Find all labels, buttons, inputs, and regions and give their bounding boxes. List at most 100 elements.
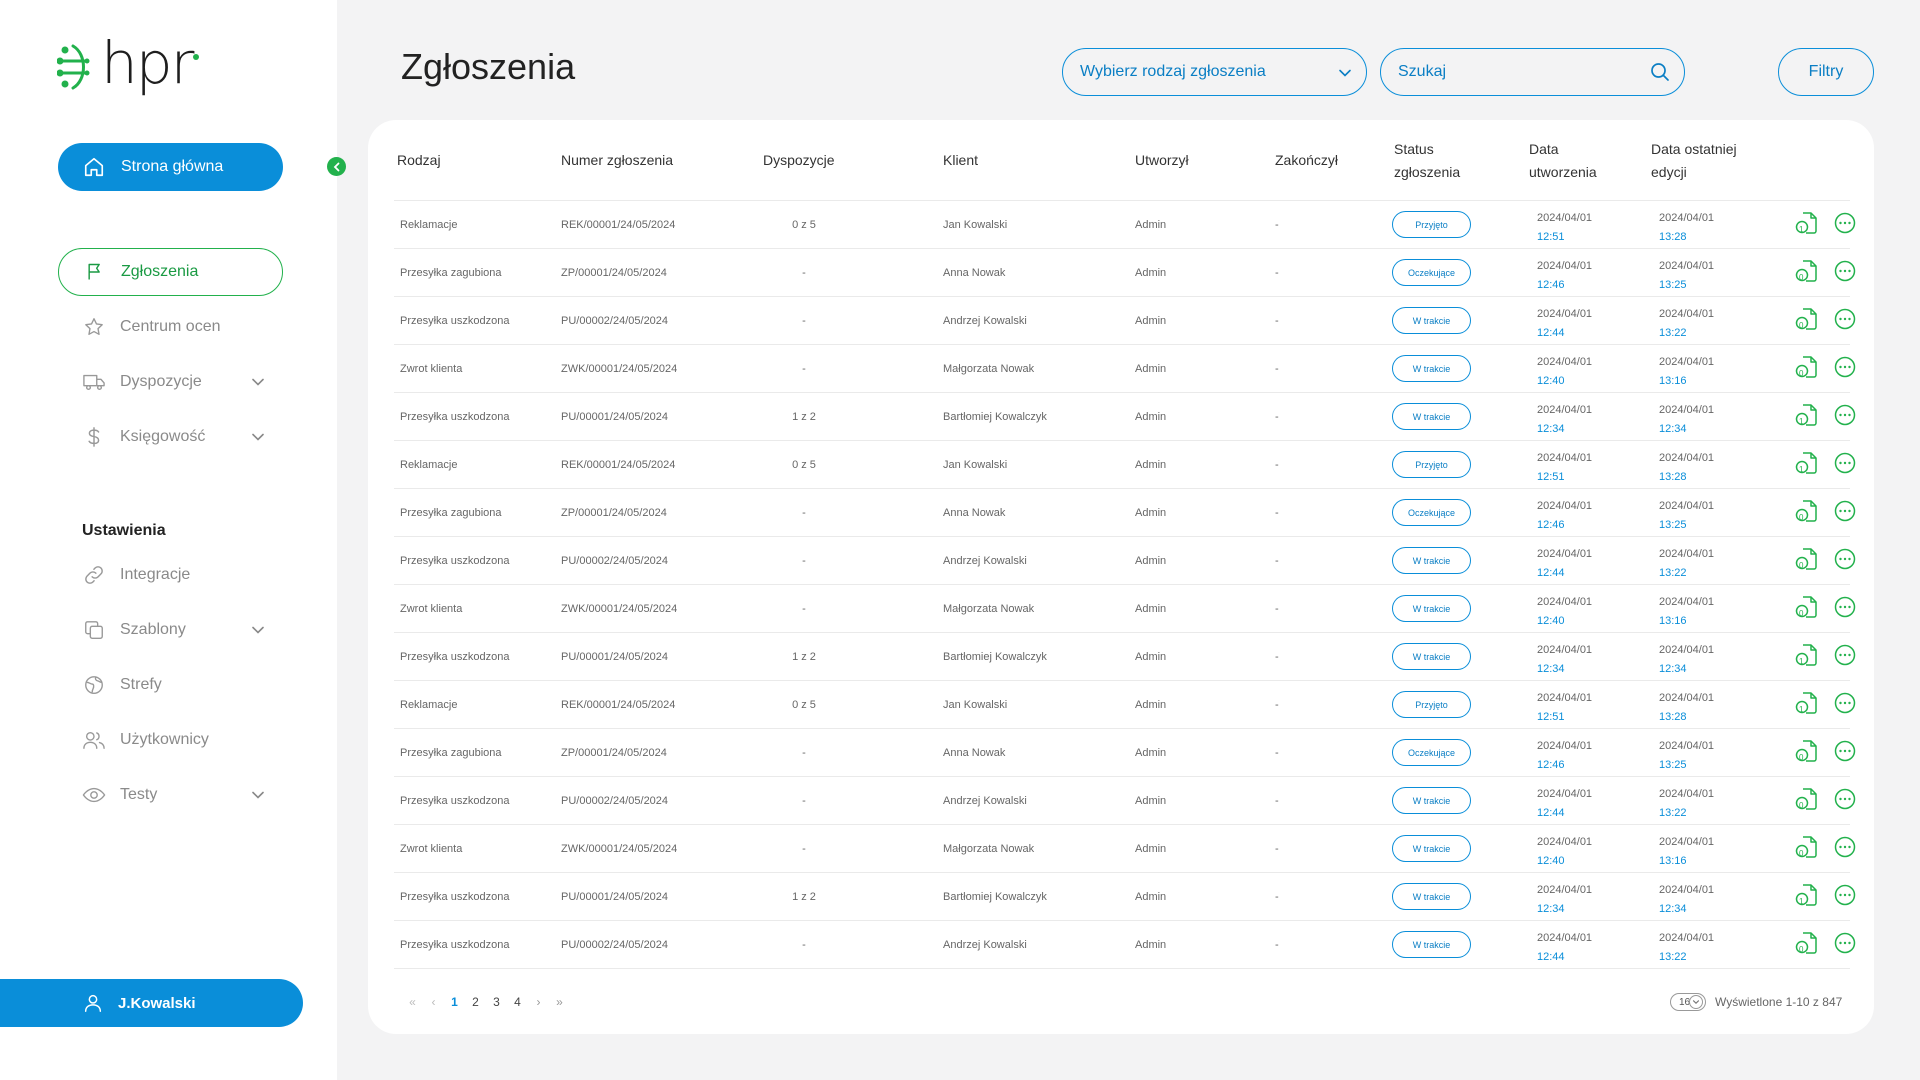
status-badge[interactable]: Oczekujące bbox=[1392, 499, 1471, 526]
table-row[interactable]: Reklamacje REK/00001/24/05/2024 0 z 5 Jan K… bbox=[394, 681, 1856, 729]
column-header-finished-by[interactable]: Zakończył bbox=[1275, 149, 1338, 172]
document-icon[interactable]: 0 bbox=[1794, 306, 1820, 332]
user-profile-button[interactable]: J.Kowalski bbox=[0, 979, 303, 1027]
page-size-select[interactable]: 16 bbox=[1670, 993, 1706, 1011]
table-row[interactable]: Reklamacje REK/00001/24/05/2024 0 z 5 Jan K… bbox=[394, 201, 1856, 249]
chevron-down-icon[interactable] bbox=[251, 623, 265, 637]
chevron-down-icon[interactable] bbox=[251, 375, 265, 389]
prev-page-icon[interactable]: ‹ bbox=[423, 995, 444, 1009]
status-badge[interactable]: Oczekujące bbox=[1392, 259, 1471, 286]
status-badge[interactable]: W trakcie bbox=[1392, 403, 1471, 430]
more-actions-icon[interactable] bbox=[1834, 212, 1856, 234]
more-actions-icon[interactable] bbox=[1834, 500, 1856, 522]
more-actions-icon[interactable] bbox=[1834, 404, 1856, 426]
document-icon[interactable]: 1 bbox=[1794, 642, 1820, 668]
chevron-down-icon[interactable] bbox=[251, 430, 265, 444]
table-row[interactable]: Zwrot klienta ZWK/00001/24/05/2024 - Małgor… bbox=[394, 345, 1856, 393]
column-header-created-date[interactable]: Data utworzenia bbox=[1529, 138, 1619, 184]
status-badge[interactable]: W trakcie bbox=[1392, 547, 1471, 574]
column-header-created-by[interactable]: Utworzył bbox=[1135, 149, 1189, 172]
chevron-down-icon[interactable] bbox=[251, 788, 265, 802]
status-badge[interactable]: W trakcie bbox=[1392, 787, 1471, 814]
status-badge[interactable]: W trakcie bbox=[1392, 883, 1471, 910]
document-icon[interactable]: 0 bbox=[1794, 594, 1820, 620]
request-type-select[interactable]: Wybierz rodzaj zgłoszenia bbox=[1062, 48, 1367, 96]
sidebar-item-integracje[interactable]: Integracje bbox=[58, 551, 283, 599]
status-badge[interactable]: W trakcie bbox=[1392, 307, 1471, 334]
table-row[interactable]: Przesyłka zagubiona ZP/00001/24/05/2024 - A… bbox=[394, 489, 1856, 537]
document-icon[interactable]: 0 bbox=[1794, 834, 1820, 860]
column-header-number[interactable]: Numer zgłoszenia bbox=[561, 149, 673, 172]
more-actions-icon[interactable] bbox=[1834, 836, 1856, 858]
sidebar-item-zgloszenia[interactable]: Zgłoszenia bbox=[58, 248, 283, 296]
table-row[interactable]: Przesyłka zagubiona ZP/00001/24/05/2024 - A… bbox=[394, 249, 1856, 297]
filters-button[interactable]: Filtry bbox=[1778, 48, 1874, 96]
table-row[interactable]: Przesyłka uszkodzona PU/00002/24/05/2024 -… bbox=[394, 297, 1856, 345]
status-badge[interactable]: Przyjęto bbox=[1392, 451, 1471, 478]
more-actions-icon[interactable] bbox=[1834, 932, 1856, 954]
column-header-edited-date[interactable]: Data ostatniej edycji bbox=[1651, 138, 1751, 184]
document-icon[interactable]: 0 bbox=[1794, 738, 1820, 764]
page-link-1[interactable]: 1 bbox=[444, 995, 465, 1009]
table-row[interactable]: Zwrot klienta ZWK/00001/24/05/2024 - Małgor… bbox=[394, 825, 1856, 873]
next-page-icon[interactable]: › bbox=[528, 995, 549, 1009]
table-row[interactable]: Przesyłka uszkodzona PU/00002/24/05/2024 -… bbox=[394, 921, 1856, 969]
sidebar-item-testy[interactable]: Testy bbox=[58, 771, 283, 819]
table-row[interactable]: Przesyłka uszkodzona PU/00002/24/05/2024 -… bbox=[394, 537, 1856, 585]
status-badge[interactable]: W trakcie bbox=[1392, 643, 1471, 670]
document-icon[interactable]: 0 bbox=[1794, 546, 1820, 572]
document-icon[interactable]: 0 bbox=[1794, 498, 1820, 524]
document-icon[interactable]: 1 bbox=[1794, 882, 1820, 908]
more-actions-icon[interactable] bbox=[1834, 308, 1856, 330]
sidebar-item-dyspozycje[interactable]: Dyspozycje bbox=[58, 358, 283, 406]
table-row[interactable]: Przesyłka zagubiona ZP/00001/24/05/2024 - A… bbox=[394, 729, 1856, 777]
sidebar-collapse-button[interactable] bbox=[327, 157, 346, 176]
more-actions-icon[interactable] bbox=[1834, 548, 1856, 570]
sidebar-item-centrum-ocen[interactable]: Centrum ocen bbox=[58, 303, 283, 351]
table-row[interactable]: Zwrot klienta ZWK/00001/24/05/2024 - Małgor… bbox=[394, 585, 1856, 633]
more-actions-icon[interactable] bbox=[1834, 740, 1856, 762]
more-actions-icon[interactable] bbox=[1834, 356, 1856, 378]
status-badge[interactable]: W trakcie bbox=[1392, 835, 1471, 862]
search-icon[interactable] bbox=[1650, 62, 1670, 82]
document-icon[interactable]: 0 bbox=[1794, 786, 1820, 812]
column-header-dispositions[interactable]: Dyspozycje bbox=[763, 149, 835, 172]
document-icon[interactable]: 0 bbox=[1794, 930, 1820, 956]
status-badge[interactable]: Oczekujące bbox=[1392, 739, 1471, 766]
table-row[interactable]: Przesyłka uszkodzona PU/00001/24/05/2024 1… bbox=[394, 393, 1856, 441]
search-input[interactable] bbox=[1398, 63, 1638, 81]
status-badge[interactable]: W trakcie bbox=[1392, 355, 1471, 382]
first-page-icon[interactable]: « bbox=[402, 995, 423, 1009]
table-row[interactable]: Przesyłka uszkodzona PU/00001/24/05/2024 1… bbox=[394, 873, 1856, 921]
document-icon[interactable]: 1 bbox=[1794, 210, 1820, 236]
column-header-type[interactable]: Rodzaj bbox=[397, 149, 441, 172]
sidebar-item-uzytkownicy[interactable]: Użytkownicy bbox=[58, 716, 283, 764]
status-badge[interactable]: W trakcie bbox=[1392, 595, 1471, 622]
more-actions-icon[interactable] bbox=[1834, 596, 1856, 618]
more-actions-icon[interactable] bbox=[1834, 788, 1856, 810]
more-actions-icon[interactable] bbox=[1834, 644, 1856, 666]
document-icon[interactable]: 0 bbox=[1794, 258, 1820, 284]
status-badge[interactable]: W trakcie bbox=[1392, 931, 1471, 958]
page-link-4[interactable]: 4 bbox=[507, 995, 528, 1009]
column-header-status[interactable]: Status zgłoszenia bbox=[1394, 138, 1474, 184]
table-row[interactable]: Przesyłka uszkodzona PU/00001/24/05/2024 1… bbox=[394, 633, 1856, 681]
last-page-icon[interactable]: » bbox=[549, 995, 570, 1009]
column-header-client[interactable]: Klient bbox=[943, 149, 978, 172]
document-icon[interactable]: 1 bbox=[1794, 450, 1820, 476]
more-actions-icon[interactable] bbox=[1834, 452, 1856, 474]
hpr-logo[interactable]: hpr bbox=[57, 34, 200, 92]
document-icon[interactable]: 1 bbox=[1794, 690, 1820, 716]
status-badge[interactable]: Przyjęto bbox=[1392, 691, 1471, 718]
more-actions-icon[interactable] bbox=[1834, 692, 1856, 714]
page-link-2[interactable]: 2 bbox=[465, 995, 486, 1009]
more-actions-icon[interactable] bbox=[1834, 884, 1856, 906]
document-icon[interactable]: 0 bbox=[1794, 354, 1820, 380]
sidebar-item-strefy[interactable]: Strefy bbox=[58, 661, 283, 709]
document-icon[interactable]: 1 bbox=[1794, 402, 1820, 428]
sidebar-item-ksiegowosc[interactable]: Księgowość bbox=[58, 413, 283, 461]
sidebar-item-szablony[interactable]: Szablony bbox=[58, 606, 283, 654]
more-actions-icon[interactable] bbox=[1834, 260, 1856, 282]
table-row[interactable]: Przesyłka uszkodzona PU/00002/24/05/2024 -… bbox=[394, 777, 1856, 825]
status-badge[interactable]: Przyjęto bbox=[1392, 211, 1471, 238]
